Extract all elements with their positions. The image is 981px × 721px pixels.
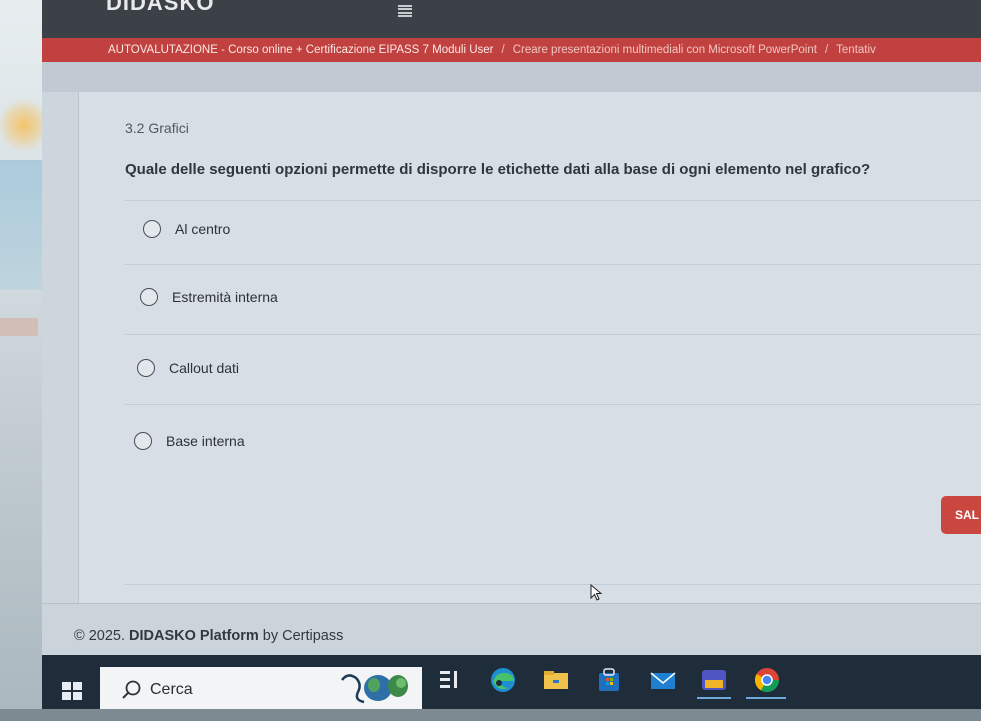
windows-start-icon[interactable] bbox=[62, 682, 82, 700]
option-al-centro[interactable]: Al centro bbox=[143, 220, 230, 238]
copyright-year: © 2025. bbox=[74, 628, 125, 644]
sub-header bbox=[42, 62, 981, 92]
breadcrumb: AUTOVALUTAZIONE - Corso online + Certifi… bbox=[42, 38, 981, 62]
option-estremita-interna[interactable]: Estremità interna bbox=[140, 288, 278, 306]
task-view-icon[interactable] bbox=[436, 665, 466, 695]
active-app-indicator bbox=[746, 697, 786, 699]
divider bbox=[125, 404, 981, 405]
section-title: 3.2 Grafici bbox=[125, 120, 189, 136]
breadcrumb-module-link[interactable]: Creare presentazioni multimediali con Mi… bbox=[513, 44, 817, 56]
windows-taskbar: Cerca bbox=[42, 655, 981, 712]
menu-icon[interactable] bbox=[398, 5, 412, 17]
divider bbox=[125, 584, 981, 585]
divider bbox=[125, 200, 981, 201]
teams-icon[interactable] bbox=[699, 665, 729, 695]
divider bbox=[125, 264, 981, 265]
breadcrumb-attempt-link[interactable]: Tentativ bbox=[836, 44, 876, 56]
edge-icon[interactable] bbox=[488, 665, 518, 695]
breadcrumb-separator: / bbox=[501, 44, 505, 56]
chrome-icon[interactable] bbox=[752, 665, 782, 695]
radio-button[interactable] bbox=[134, 432, 152, 450]
radio-button[interactable] bbox=[140, 288, 158, 306]
mouse-cursor-icon bbox=[590, 584, 603, 601]
taskbar-search-box[interactable]: Cerca bbox=[100, 667, 422, 712]
file-explorer-icon[interactable] bbox=[541, 665, 571, 695]
divider bbox=[125, 334, 981, 335]
question-card: 3.2 Grafici Quale delle seguenti opzioni… bbox=[78, 92, 981, 612]
background-object bbox=[0, 318, 38, 336]
breadcrumb-path: AUTOVALUTAZIONE - Corso online + Certifi… bbox=[108, 38, 876, 62]
option-label: Al centro bbox=[175, 221, 231, 237]
option-callout-dati[interactable]: Callout dati bbox=[137, 359, 239, 377]
option-label: Estremità interna bbox=[172, 289, 278, 305]
background-light-glow bbox=[0, 95, 48, 155]
option-label: Callout dati bbox=[169, 360, 240, 376]
breadcrumb-course-link[interactable]: AUTOVALUTAZIONE - Corso online + Certifi… bbox=[108, 44, 494, 56]
screen: DIDASKO AUTOVALUTAZIONE - Corso online +… bbox=[42, 0, 981, 712]
store-icon[interactable] bbox=[594, 665, 624, 695]
background-window-reflection bbox=[0, 160, 45, 290]
monitor-bezel-bottom bbox=[0, 709, 981, 721]
radio-button[interactable] bbox=[143, 220, 161, 238]
active-app-indicator bbox=[697, 697, 731, 699]
option-label: Base interna bbox=[166, 433, 245, 449]
platform-owner: by Certipass bbox=[262, 628, 344, 644]
brand-logo[interactable]: DIDASKO bbox=[106, 0, 214, 16]
question-text: Quale delle seguenti opzioni permette di… bbox=[125, 161, 871, 178]
platform-name: DIDASKO Platform bbox=[129, 628, 259, 644]
breadcrumb-separator: / bbox=[824, 44, 829, 56]
search-icon bbox=[122, 680, 141, 699]
footer-copyright: © 2025. DIDASKO Platform by Certipass bbox=[74, 628, 343, 644]
app-header: DIDASKO bbox=[42, 0, 981, 40]
option-base-interna[interactable]: Base interna bbox=[134, 432, 245, 450]
search-highlight-art-icon bbox=[341, 674, 408, 704]
page-footer: © 2025. DIDASKO Platform by Certipass bbox=[42, 603, 981, 656]
save-button[interactable]: SAL bbox=[941, 496, 981, 534]
mail-icon[interactable] bbox=[648, 665, 678, 695]
search-placeholder: Cerca bbox=[150, 680, 193, 698]
radio-button[interactable] bbox=[137, 359, 155, 377]
